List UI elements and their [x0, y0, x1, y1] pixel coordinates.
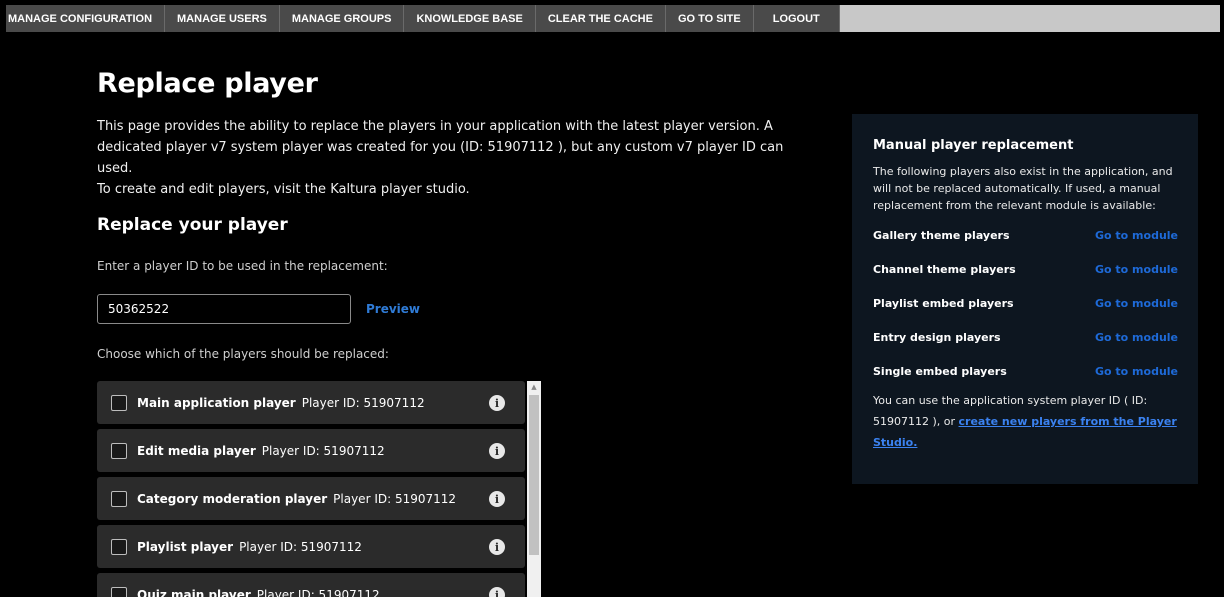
manual-replacement-footer: You can use the application system playe… [873, 390, 1178, 453]
module-row-playlist-embed: Playlist embed players Go to module [873, 286, 1178, 320]
player-list-scrollbar[interactable]: ▲ [527, 381, 541, 597]
player-name: Edit media player [137, 443, 256, 458]
page-title: Replace player [97, 68, 318, 99]
player-checkbox[interactable] [111, 394, 127, 411]
nav-manage-groups[interactable]: MANAGE GROUPS [280, 5, 405, 32]
nav-knowledge-base[interactable]: KNOWLEDGE BASE [404, 5, 536, 32]
preview-link[interactable]: Preview [366, 302, 420, 316]
module-name: Gallery theme players [873, 228, 1010, 242]
replace-player-page: MANAGE CONFIGURATION MANAGE USERS MANAGE… [0, 0, 1224, 597]
player-row-edit-media: Edit media player Player ID: 51907112 i [97, 429, 525, 472]
player-id-label: Player ID: 51907112 [333, 491, 457, 506]
player-checkbox[interactable] [111, 538, 127, 555]
player-checkbox[interactable] [111, 442, 127, 459]
nav-manage-users[interactable]: MANAGE USERS [165, 5, 280, 32]
nav-go-to-site[interactable]: GO TO SITE [666, 5, 754, 32]
module-name: Entry design players [873, 330, 1001, 344]
player-id-label: Player ID: 51907112 [301, 395, 425, 410]
module-name: Channel theme players [873, 262, 1016, 276]
player-name: Playlist player [137, 539, 234, 554]
go-to-module-link[interactable]: Go to module [1095, 365, 1178, 378]
player-id-input[interactable] [97, 294, 351, 324]
module-row-single-embed: Single embed players Go to module [873, 354, 1178, 388]
module-name: Single embed players [873, 364, 1007, 378]
manual-replacement-panel: Manual player replacement The following … [852, 114, 1198, 484]
player-row-quiz-main: Quiz main player Player ID: 51907112 i [97, 573, 525, 597]
intro-line-2: dedicated player v7 system player was cr… [97, 140, 784, 176]
scroll-thumb[interactable] [529, 395, 539, 555]
top-nav-bar: MANAGE CONFIGURATION MANAGE USERS MANAGE… [6, 5, 1220, 32]
go-to-module-link[interactable]: Go to module [1095, 263, 1178, 276]
player-id-label: Player ID: 51907112 [261, 443, 385, 458]
player-checkbox[interactable] [111, 490, 127, 507]
info-icon[interactable]: i [489, 539, 505, 555]
player-checkbox[interactable] [111, 586, 127, 597]
player-name: Main application player [137, 395, 296, 410]
go-to-module-link[interactable]: Go to module [1095, 297, 1178, 310]
go-to-module-link[interactable]: Go to module [1095, 331, 1178, 344]
replace-section-title: Replace your player [97, 215, 288, 235]
module-name: Playlist embed players [873, 296, 1014, 310]
player-row-category-moderation: Category moderation player Player ID: 51… [97, 477, 525, 520]
go-to-module-link[interactable]: Go to module [1095, 229, 1178, 242]
player-id-hint: Enter a player ID to be used in the repl… [97, 259, 388, 273]
player-name: Category moderation player [137, 491, 328, 506]
nav-filler [839, 5, 1220, 32]
player-row-main-application: Main application player Player ID: 51907… [97, 381, 525, 424]
info-icon[interactable]: i [489, 587, 505, 597]
player-row-playlist: Playlist player Player ID: 51907112 i [97, 525, 525, 568]
intro-line-1: This page provides the ability to replac… [97, 119, 773, 134]
player-list: Main application player Player ID: 51907… [97, 381, 541, 597]
nav-clear-cache[interactable]: CLEAR THE CACHE [536, 5, 666, 32]
choose-players-hint: Choose which of the players should be re… [97, 347, 389, 361]
module-row-entry-design: Entry design players Go to module [873, 320, 1178, 354]
scroll-up-arrow-icon[interactable]: ▲ [527, 381, 541, 393]
manual-replacement-description: The following players also exist in the … [873, 165, 1173, 212]
manual-replacement-title: Manual player replacement [873, 138, 1074, 153]
player-id-label: Player ID: 51907112 [239, 539, 362, 554]
nav-manage-configuration[interactable]: MANAGE CONFIGURATION [6, 5, 166, 32]
player-name: Quiz main player [137, 587, 251, 597]
info-icon[interactable]: i [489, 491, 505, 507]
intro-line-3: To create and edit players, visit the Ka… [97, 182, 470, 197]
nav-logout[interactable]: LOGOUT [754, 5, 840, 32]
info-icon[interactable]: i [489, 443, 505, 459]
module-row-gallery-theme: Gallery theme players Go to module [873, 218, 1178, 252]
module-row-channel-theme: Channel theme players Go to module [873, 252, 1178, 286]
player-id-label: Player ID: 51907112 [256, 587, 380, 597]
info-icon[interactable]: i [489, 395, 505, 411]
page-intro: This page provides the ability to replac… [97, 116, 817, 200]
